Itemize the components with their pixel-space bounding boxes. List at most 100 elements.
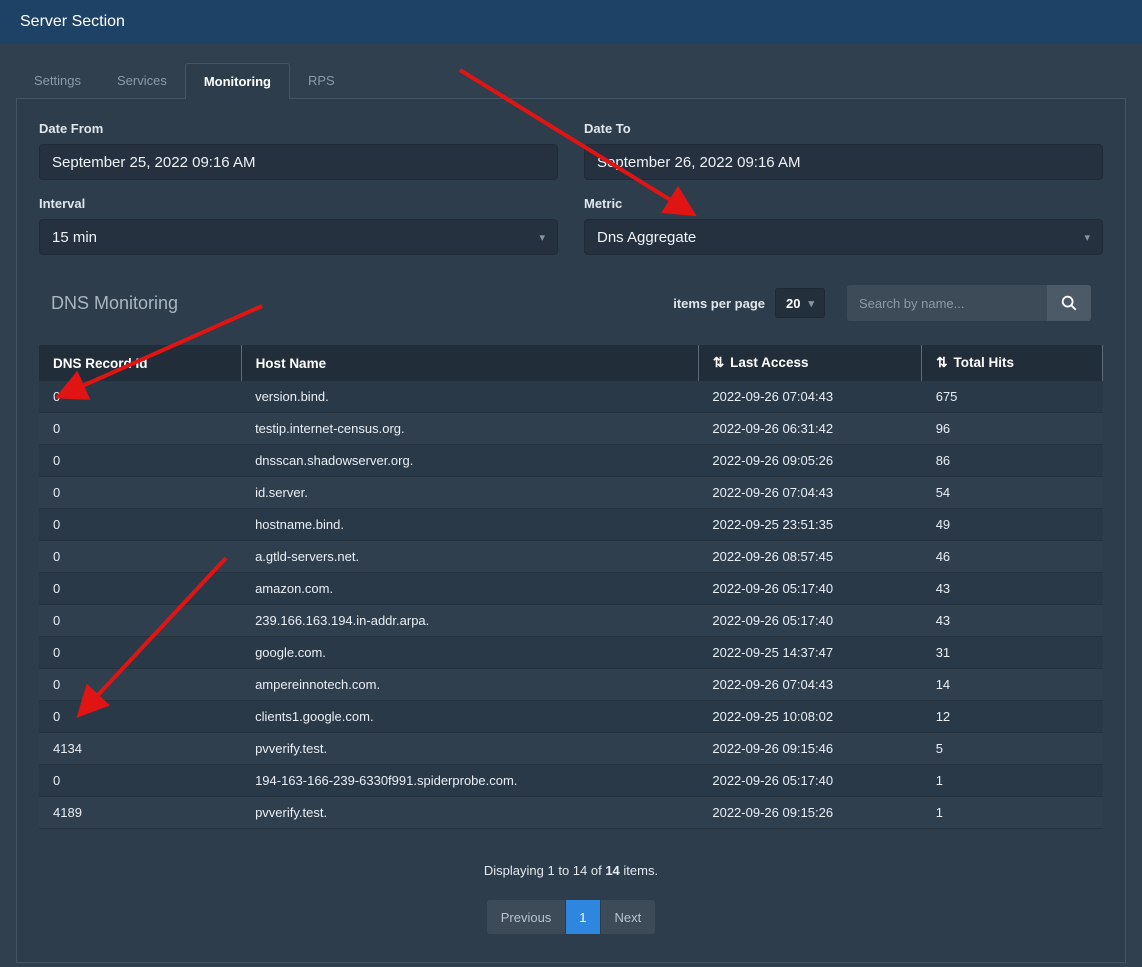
sort-icon: ⇅ [713, 355, 724, 370]
app-header: Server Section [0, 0, 1142, 44]
cell-dns-record-id: 0 [39, 637, 241, 669]
table-row: 0 clients1.google.com. 2022-09-25 10:08:… [39, 701, 1103, 733]
chevron-down-icon: ▾ [1084, 231, 1090, 244]
column-header-dns-record-id: DNS Record Id [39, 345, 241, 381]
metric-select[interactable]: Dns Aggregate ▾ [584, 219, 1103, 255]
chevron-down-icon: ▾ [539, 231, 545, 244]
metric-field: Metric Dns Aggregate ▾ [584, 196, 1103, 255]
next-page-button[interactable]: Next [601, 900, 656, 934]
cell-last-access: 2022-09-26 05:17:40 [698, 573, 921, 605]
items-per-page-value: 20 [786, 296, 800, 311]
cell-total-hits: 14 [922, 669, 1103, 701]
tab-settings[interactable]: Settings [16, 63, 99, 98]
cell-total-hits: 31 [922, 637, 1103, 669]
cell-dns-record-id: 0 [39, 413, 241, 445]
search-input[interactable] [847, 285, 1047, 321]
cell-host-name: google.com. [241, 637, 698, 669]
cell-total-hits: 54 [922, 477, 1103, 509]
cell-host-name: dnsscan.shadowserver.org. [241, 445, 698, 477]
cell-host-name: ampereinnotech.com. [241, 669, 698, 701]
cell-total-hits: 43 [922, 573, 1103, 605]
page-title: Server Section [20, 13, 125, 31]
cell-last-access: 2022-09-26 09:15:46 [698, 733, 921, 765]
monitoring-panel: Date From Date To Interval 15 min ▾ Metr… [16, 98, 1126, 963]
cell-host-name: hostname.bind. [241, 509, 698, 541]
interval-field: Interval 15 min ▾ [39, 196, 558, 255]
cell-dns-record-id: 0 [39, 381, 241, 413]
date-from-field: Date From [39, 121, 558, 180]
cell-total-hits: 12 [922, 701, 1103, 733]
cell-host-name: a.gtld-servers.net. [241, 541, 698, 573]
cell-total-hits: 5 [922, 733, 1103, 765]
cell-dns-record-id: 0 [39, 445, 241, 477]
table-body: 0 version.bind. 2022-09-26 07:04:43 675 … [39, 381, 1103, 829]
date-to-input[interactable] [584, 144, 1103, 180]
display-summary: Displaying 1 to 14 of 14 items. [39, 863, 1103, 878]
table-toolbar: DNS Monitoring items per page 20 ▾ [39, 285, 1103, 321]
search-group [847, 285, 1091, 321]
cell-dns-record-id: 0 [39, 605, 241, 637]
cell-dns-record-id: 0 [39, 701, 241, 733]
search-icon [1060, 294, 1078, 312]
cell-host-name: pvverify.test. [241, 797, 698, 829]
filters: Date From Date To Interval 15 min ▾ Metr… [39, 121, 1103, 255]
chevron-down-icon: ▾ [808, 297, 814, 310]
cell-host-name: version.bind. [241, 381, 698, 413]
date-from-label: Date From [39, 121, 558, 136]
table-row: 0 194-163-166-239-6330f991.spiderprobe.c… [39, 765, 1103, 797]
items-per-page-label: items per page [673, 296, 765, 311]
table-row: 4189 pvverify.test. 2022-09-26 09:15:26 … [39, 797, 1103, 829]
tab-rps[interactable]: RPS [290, 63, 353, 98]
cell-last-access: 2022-09-26 05:17:40 [698, 765, 921, 797]
cell-host-name: pvverify.test. [241, 733, 698, 765]
section-title: DNS Monitoring [51, 293, 178, 314]
cell-last-access: 2022-09-26 09:15:26 [698, 797, 921, 829]
cell-last-access: 2022-09-26 08:57:45 [698, 541, 921, 573]
table-controls: items per page 20 ▾ [673, 285, 1091, 321]
table-row: 0 google.com. 2022-09-25 14:37:47 31 [39, 637, 1103, 669]
cell-total-hits: 43 [922, 605, 1103, 637]
cell-dns-record-id: 0 [39, 765, 241, 797]
cell-last-access: 2022-09-25 14:37:47 [698, 637, 921, 669]
sort-icon: ⇅ [936, 355, 947, 370]
cell-last-access: 2022-09-26 09:05:26 [698, 445, 921, 477]
table-row: 0 id.server. 2022-09-26 07:04:43 54 [39, 477, 1103, 509]
tab-services[interactable]: Services [99, 63, 185, 98]
date-from-input[interactable] [39, 144, 558, 180]
previous-page-button[interactable]: Previous [487, 900, 567, 934]
column-header-last-access[interactable]: ⇅Last Access [698, 345, 921, 381]
interval-label: Interval [39, 196, 558, 211]
table-row: 0 version.bind. 2022-09-26 07:04:43 675 [39, 381, 1103, 413]
items-per-page-select[interactable]: 20 ▾ [775, 288, 825, 318]
cell-last-access: 2022-09-25 23:51:35 [698, 509, 921, 541]
table-header-row: DNS Record Id Host Name ⇅Last Access ⇅To… [39, 345, 1103, 381]
table-row: 0 amazon.com. 2022-09-26 05:17:40 43 [39, 573, 1103, 605]
table-row: 0 a.gtld-servers.net. 2022-09-26 08:57:4… [39, 541, 1103, 573]
page-1-button[interactable]: 1 [566, 900, 600, 934]
tab-monitoring[interactable]: Monitoring [185, 63, 290, 99]
cell-host-name: amazon.com. [241, 573, 698, 605]
cell-total-hits: 1 [922, 797, 1103, 829]
column-header-total-hits[interactable]: ⇅Total Hits [922, 345, 1103, 381]
table-row: 4134 pvverify.test. 2022-09-26 09:15:46 … [39, 733, 1103, 765]
cell-dns-record-id: 4134 [39, 733, 241, 765]
cell-dns-record-id: 4189 [39, 797, 241, 829]
cell-host-name: 239.166.163.194.in-addr.arpa. [241, 605, 698, 637]
cell-last-access: 2022-09-26 07:04:43 [698, 669, 921, 701]
cell-dns-record-id: 0 [39, 573, 241, 605]
cell-total-hits: 1 [922, 765, 1103, 797]
cell-last-access: 2022-09-26 07:04:43 [698, 381, 921, 413]
cell-host-name: id.server. [241, 477, 698, 509]
cell-dns-record-id: 0 [39, 541, 241, 573]
cell-last-access: 2022-09-26 06:31:42 [698, 413, 921, 445]
search-button[interactable] [1047, 285, 1091, 321]
cell-dns-record-id: 0 [39, 477, 241, 509]
table-row: 0 ampereinnotech.com. 2022-09-26 07:04:4… [39, 669, 1103, 701]
cell-host-name: testip.internet-census.org. [241, 413, 698, 445]
pagination: Previous 1 Next [39, 900, 1103, 934]
metric-value: Dns Aggregate [597, 229, 696, 246]
date-to-label: Date To [584, 121, 1103, 136]
interval-select[interactable]: 15 min ▾ [39, 219, 558, 255]
cell-last-access: 2022-09-26 05:17:40 [698, 605, 921, 637]
cell-host-name: clients1.google.com. [241, 701, 698, 733]
